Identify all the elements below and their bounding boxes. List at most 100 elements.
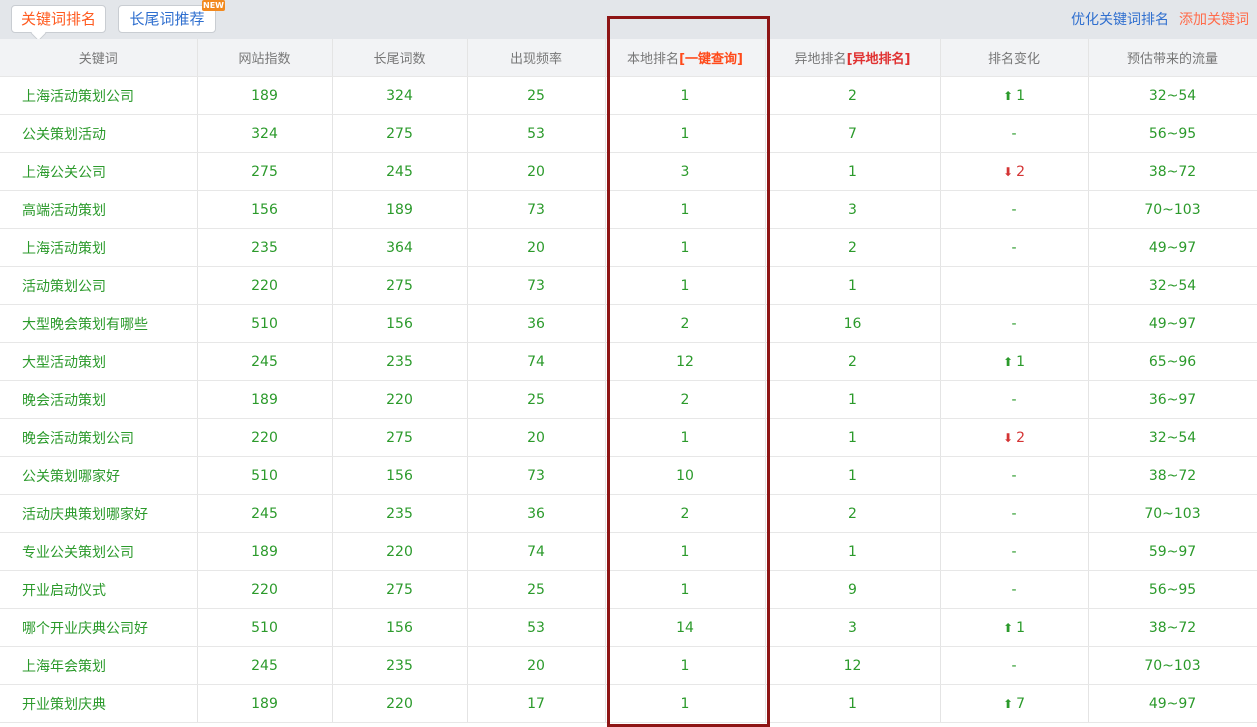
local-rank-cell: 1: [605, 76, 766, 115]
site-index-cell: 510: [197, 608, 333, 647]
longtail-count-cell: 275: [332, 114, 468, 153]
estimated-traffic-cell: 32~54: [1088, 418, 1257, 457]
frequency-cell: 73: [467, 266, 606, 305]
rank-change-value: 1: [1016, 353, 1025, 370]
site-index-cell: 245: [197, 342, 333, 381]
keyword-cell[interactable]: 公关策划活动: [0, 114, 198, 153]
local-rank-cell: 1: [605, 228, 766, 267]
table-row: 上海活动策划公司 189 324 25 1 2 ⬆ 1 32~54: [0, 76, 1257, 115]
frequency-cell: 53: [467, 608, 606, 647]
header-remote-rank: 异地排名[异地排名]: [765, 39, 941, 77]
keyword-cell[interactable]: 晚会活动策划公司: [0, 418, 198, 457]
keyword-cell[interactable]: 大型活动策划: [0, 342, 198, 381]
table-row: 上海公关公司 275 245 20 3 1 ⬇ 2 38~72: [0, 152, 1257, 191]
estimated-traffic-cell: 70~103: [1088, 494, 1257, 533]
keyword-cell[interactable]: 开业启动仪式: [0, 570, 198, 609]
remote-rank-cell: 2: [765, 76, 941, 115]
remote-rank-cell: 12: [765, 646, 941, 685]
keyword-cell[interactable]: 专业公关策划公司: [0, 532, 198, 571]
rank-change-cell: ⬇ 2: [940, 152, 1089, 191]
local-rank-cell: 1: [605, 266, 766, 305]
rank-change-cell: -: [940, 570, 1089, 609]
arrow-down-icon: ⬇: [1003, 430, 1014, 445]
arrow-up-icon: ⬆: [1003, 696, 1014, 711]
table-row: 公关策划活动 324 275 53 1 7-56~95: [0, 114, 1257, 153]
remote-rank-cell: 3: [765, 608, 941, 647]
table-row: 开业启动仪式 220 275 25 1 9-56~95: [0, 570, 1257, 609]
keyword-cell[interactable]: 上海年会策划: [0, 646, 198, 685]
keyword-ranking-table: 关键词 网站指数 长尾词数 出现频率 本地排名[一键查询] 异地排名[异地排名]…: [0, 39, 1257, 723]
table-row: 哪个开业庆典公司好 510 156 53 14 3 ⬆ 1 38~72: [0, 608, 1257, 647]
site-index-cell: 189: [197, 532, 333, 571]
header-longtail-count: 长尾词数: [332, 39, 468, 77]
site-index-cell: 220: [197, 266, 333, 305]
local-rank-cell: 1: [605, 684, 766, 723]
estimated-traffic-cell: 49~97: [1088, 684, 1257, 723]
remote-rank-cell: 1: [765, 418, 941, 457]
keyword-cell[interactable]: 活动策划公司: [0, 266, 198, 305]
longtail-count-cell: 324: [332, 76, 468, 115]
add-keyword-link[interactable]: 添加关键词: [1179, 11, 1249, 29]
frequency-cell: 20: [467, 418, 606, 457]
rank-change-cell: ⬆ 1: [940, 608, 1089, 647]
table-row: 活动庆典策划哪家好 245 235 36 2 2-70~103: [0, 494, 1257, 533]
frequency-cell: 73: [467, 190, 606, 229]
remote-rank-cell: 2: [765, 342, 941, 381]
frequency-cell: 74: [467, 532, 606, 571]
estimated-traffic-cell: 70~103: [1088, 646, 1257, 685]
tab-keyword-ranking[interactable]: 关键词排名: [11, 5, 106, 33]
local-rank-cell: 3: [605, 152, 766, 191]
one-click-query-link[interactable]: [一键查询]: [679, 52, 743, 67]
rank-change-cell: -: [940, 304, 1089, 343]
estimated-traffic-cell: 56~95: [1088, 114, 1257, 153]
arrow-up-icon: ⬆: [1003, 620, 1014, 635]
local-rank-cell: 2: [605, 380, 766, 419]
remote-rank-cell: 1: [765, 380, 941, 419]
longtail-count-cell: 156: [332, 608, 468, 647]
table-row: 晚会活动策划公司 220 275 20 1 1 ⬇ 2 32~54: [0, 418, 1257, 457]
site-index-cell: 220: [197, 570, 333, 609]
keyword-cell[interactable]: 晚会活动策划: [0, 380, 198, 419]
tab-longtail-recommend[interactable]: 长尾词推荐 NEW: [118, 0, 225, 33]
keyword-cell[interactable]: 上海活动策划: [0, 228, 198, 267]
rank-change-cell: -: [940, 646, 1089, 685]
estimated-traffic-cell: 32~54: [1088, 76, 1257, 115]
remote-rank-cell: 3: [765, 190, 941, 229]
keyword-cell[interactable]: 哪个开业庆典公司好: [0, 608, 198, 647]
header-rank-change: 排名变化: [940, 39, 1089, 77]
local-rank-cell: 12: [605, 342, 766, 381]
arrow-up-icon: ⬆: [1003, 354, 1014, 369]
longtail-count-cell: 189: [332, 190, 468, 229]
remote-rank-link[interactable]: [异地排名]: [847, 52, 911, 67]
local-rank-cell: 1: [605, 570, 766, 609]
frequency-cell: 73: [467, 456, 606, 495]
keyword-cell[interactable]: 高端活动策划: [0, 190, 198, 229]
keyword-cell[interactable]: 开业策划庆典: [0, 684, 198, 723]
new-badge: NEW: [202, 0, 225, 11]
site-index-cell: 156: [197, 190, 333, 229]
remote-rank-cell: 2: [765, 228, 941, 267]
remote-rank-cell: 1: [765, 684, 941, 723]
header-keyword: 关键词: [0, 39, 198, 77]
keyword-cell[interactable]: 活动庆典策划哪家好: [0, 494, 198, 533]
rank-change-cell: ⬆ 1: [940, 76, 1089, 115]
keyword-cell[interactable]: 上海活动策划公司: [0, 76, 198, 115]
keyword-cell[interactable]: 大型晚会策划有哪些: [0, 304, 198, 343]
local-rank-cell: 1: [605, 190, 766, 229]
rank-change-cell: -: [940, 228, 1089, 267]
longtail-count-cell: 245: [332, 152, 468, 191]
local-rank-cell: 2: [605, 494, 766, 533]
optimize-keyword-ranking-link[interactable]: 优化关键词排名: [1071, 11, 1169, 29]
estimated-traffic-cell: 38~72: [1088, 456, 1257, 495]
longtail-count-cell: 235: [332, 494, 468, 533]
keyword-cell[interactable]: 上海公关公司: [0, 152, 198, 191]
site-index-cell: 189: [197, 76, 333, 115]
table-header-row: 关键词 网站指数 长尾词数 出现频率 本地排名[一键查询] 异地排名[异地排名]…: [0, 39, 1257, 77]
table-row: 大型晚会策划有哪些 510 156 36 2 16-49~97: [0, 304, 1257, 343]
site-index-cell: 220: [197, 418, 333, 457]
frequency-cell: 20: [467, 646, 606, 685]
longtail-count-cell: 275: [332, 418, 468, 457]
remote-rank-cell: 1: [765, 456, 941, 495]
keyword-cell[interactable]: 公关策划哪家好: [0, 456, 198, 495]
table-row: 开业策划庆典 189 220 17 1 1 ⬆ 7 49~97: [0, 684, 1257, 723]
